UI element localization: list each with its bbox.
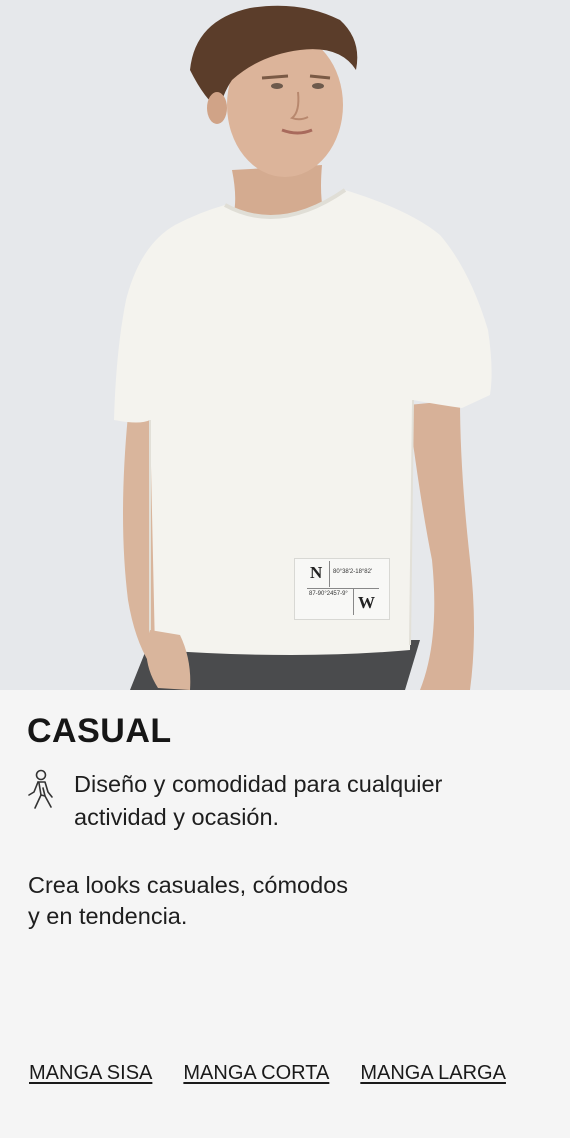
garment-label: N 80°38'2-18°82' 87-90°2457-9° W [294, 558, 390, 620]
tagline: Crea looks casuales, cómodos y en tenden… [28, 870, 428, 932]
label-letter-n: N [310, 563, 323, 582]
hero-image: N 80°38'2-18°82' 87-90°2457-9° W [0, 0, 570, 690]
category-title: CASUAL [27, 712, 172, 750]
tagline-line-1: Crea looks casuales, cómodos [28, 872, 349, 898]
label-code-top: 80°38'2-18°82' [333, 569, 373, 575]
label-letter-w: W [358, 593, 375, 612]
feature-description: Diseño y comodidad para cualquier activi… [74, 771, 443, 830]
model-photo [0, 0, 570, 690]
label-code-bottom: 87-90°2457-9° [309, 591, 348, 597]
category-panel: CASUAL Diseño y comodidad para cualquier… [0, 690, 570, 1138]
subcategory-links: MANGA SISA MANGA CORTA MANGA LARGA [29, 1062, 506, 1085]
link-manga-sisa[interactable]: MANGA SISA [29, 1062, 152, 1085]
link-manga-corta[interactable]: MANGA CORTA [183, 1062, 329, 1085]
link-manga-larga[interactable]: MANGA LARGA [360, 1062, 506, 1085]
feature-row: Diseño y comodidad para cualquier activi… [24, 768, 544, 834]
walking-person-icon [28, 769, 53, 809]
tagline-line-2: y en tendencia. [28, 903, 188, 929]
